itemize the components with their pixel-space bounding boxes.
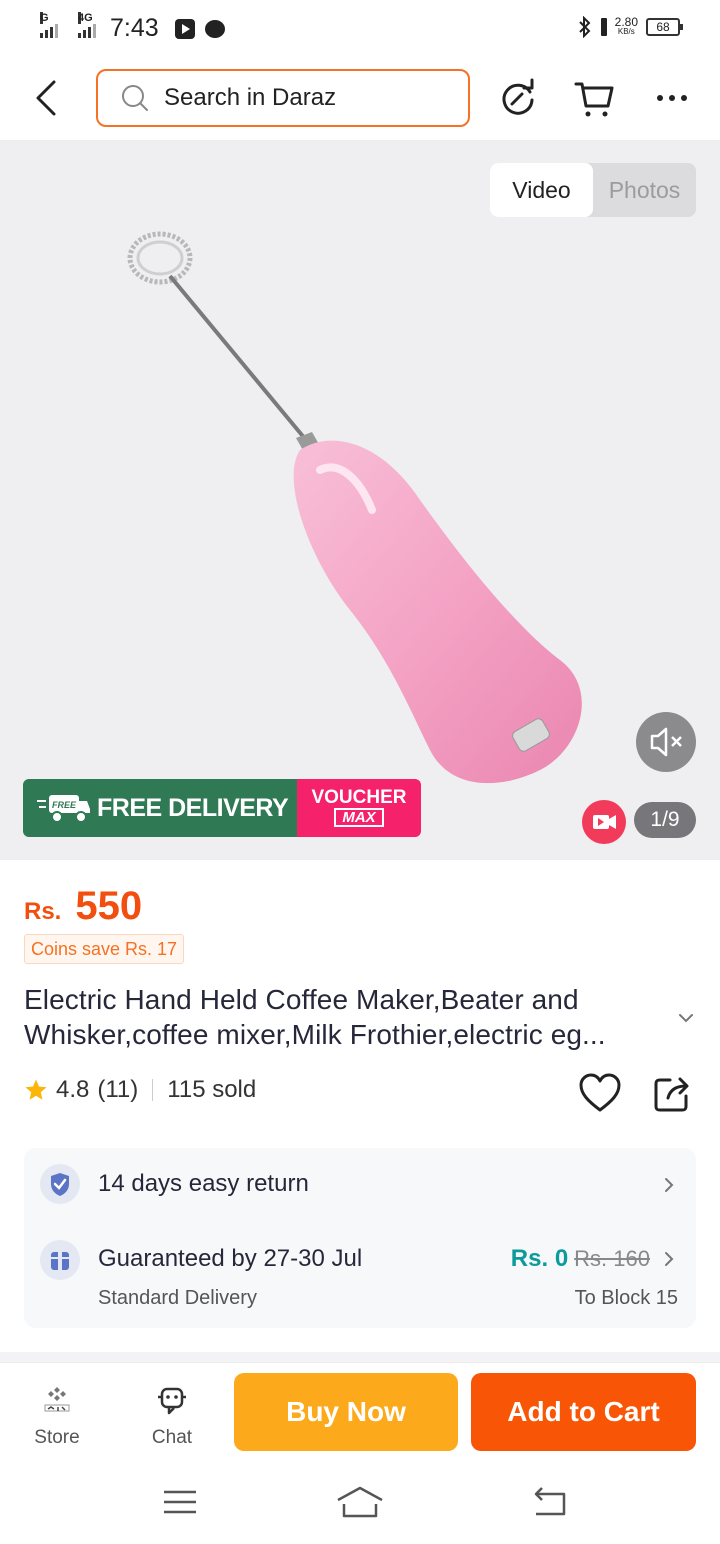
add-to-cart-button[interactable]: Add to Cart bbox=[471, 1373, 696, 1451]
network-type-1: G bbox=[40, 11, 49, 24]
net-speed: 2.80 KB/s bbox=[615, 16, 638, 37]
tab-photos[interactable]: Photos bbox=[593, 163, 696, 217]
bluetooth-icon bbox=[578, 16, 591, 38]
home-icon[interactable] bbox=[336, 1484, 384, 1520]
clock: 7:43 bbox=[110, 14, 159, 42]
buy-now-button[interactable]: Buy Now bbox=[234, 1373, 458, 1451]
search-input[interactable]: Search in Daraz bbox=[96, 69, 470, 127]
back-nav-icon[interactable] bbox=[530, 1484, 568, 1520]
chevron-right-icon bbox=[665, 1252, 674, 1266]
sold-count: 115 sold bbox=[167, 1076, 257, 1103]
network-type-2: 4G bbox=[78, 11, 93, 24]
status-right: 2.80 KB/s 68 bbox=[577, 16, 683, 38]
product-title[interactable]: Electric Hand Held Coffee Maker,Beater a… bbox=[24, 982, 664, 1052]
voucher-text: VOUCHER bbox=[311, 787, 407, 808]
menu-icon[interactable] bbox=[162, 1484, 198, 1520]
free-delivery-text: FREE DELIVERY bbox=[97, 793, 289, 822]
free-delivery-badge: FREE FREE DELIVERY bbox=[23, 779, 297, 837]
package-icon bbox=[40, 1240, 80, 1280]
chat-icon bbox=[158, 1387, 186, 1415]
price-amount: 550 bbox=[75, 884, 143, 928]
status-bar: G 4G 7:43 2.80 KB/s 68 bbox=[0, 0, 720, 56]
star-icon bbox=[25, 1079, 47, 1100]
product-image bbox=[127, 231, 582, 784]
delivery-destination-text: To Block 15 bbox=[574, 1287, 678, 1309]
system-navigation-bar bbox=[0, 1462, 720, 1544]
tab-video[interactable]: Video bbox=[490, 163, 593, 217]
delivery-guarantee-text: Guaranteed by 27-30 Jul bbox=[98, 1245, 363, 1272]
heart-icon[interactable] bbox=[578, 1072, 622, 1114]
delivery-fee-old: Rs. 160 bbox=[574, 1246, 650, 1271]
battery-icon: 68 bbox=[646, 18, 683, 36]
store-button[interactable]: Store bbox=[17, 1381, 97, 1449]
vibrate-icon bbox=[600, 18, 607, 36]
rating-value: 4.8 bbox=[56, 1076, 90, 1103]
price: Rs. 550 bbox=[24, 884, 142, 929]
chat-label: Chat bbox=[151, 1427, 193, 1448]
delivery-fee: Rs. 0 Rs. 160 bbox=[511, 1245, 650, 1273]
divider bbox=[0, 1352, 720, 1362]
signal-icon: G bbox=[40, 11, 58, 38]
search-icon bbox=[122, 85, 148, 111]
chat-button[interactable]: Chat bbox=[132, 1381, 212, 1449]
promo-banner: FREE FREE DELIVERY VOUCHER MAX bbox=[23, 779, 421, 837]
product-media[interactable]: Video Photos FREE FREE DELIVERY VOUCHER … bbox=[0, 140, 720, 860]
status-left: G 4G 7:43 bbox=[40, 11, 225, 43]
rating-count: (11) bbox=[97, 1076, 139, 1103]
media-toggle[interactable]: Video Photos bbox=[490, 163, 696, 217]
more-icon[interactable] bbox=[650, 76, 694, 120]
return-policy-text: 14 days easy return bbox=[98, 1170, 309, 1197]
share-icon[interactable] bbox=[652, 1072, 692, 1114]
voucher-max-text: MAX bbox=[334, 808, 384, 827]
cart-icon[interactable] bbox=[572, 76, 616, 120]
video-camera-icon bbox=[593, 815, 616, 829]
rating-row[interactable]: 4.8 (11) 115 sold bbox=[24, 1076, 256, 1104]
chevron-down-icon[interactable] bbox=[676, 1008, 696, 1028]
top-header: Search in Daraz bbox=[0, 56, 720, 140]
truck-icon: FREE bbox=[37, 795, 90, 823]
delivery-fee-now: Rs. 0 bbox=[510, 1245, 569, 1272]
media-counter: 1/9 bbox=[634, 802, 696, 838]
bottom-action-bar: Store Chat Buy Now Add to Cart bbox=[0, 1362, 720, 1462]
refresh-icon[interactable] bbox=[496, 76, 540, 120]
store-logo-icon bbox=[44, 1387, 70, 1412]
media-play-icon bbox=[174, 18, 195, 39]
back-arrow-icon[interactable] bbox=[28, 78, 68, 118]
video-indicator bbox=[582, 800, 626, 844]
signal-icon-2: 4G bbox=[78, 11, 96, 38]
truck-free-text: FREE bbox=[52, 800, 77, 810]
divider bbox=[152, 1079, 154, 1101]
service-card: 14 days easy return Guaranteed by 27-30 … bbox=[24, 1148, 696, 1328]
message-icon bbox=[204, 19, 225, 38]
net-speed-unit: KB/s bbox=[617, 27, 635, 36]
delivery-type-text: Standard Delivery bbox=[98, 1287, 257, 1309]
mute-button[interactable] bbox=[636, 712, 696, 772]
voucher-max-badge: VOUCHER MAX bbox=[297, 779, 421, 837]
shield-icon bbox=[40, 1164, 80, 1204]
speaker-mute-icon bbox=[650, 727, 682, 757]
store-label: Store bbox=[34, 1427, 80, 1448]
coins-badge: Coins save Rs. 17 bbox=[24, 934, 185, 964]
chevron-right-icon bbox=[665, 1178, 674, 1192]
price-currency: Rs. bbox=[24, 898, 62, 925]
search-placeholder: Search in Daraz bbox=[164, 84, 337, 111]
